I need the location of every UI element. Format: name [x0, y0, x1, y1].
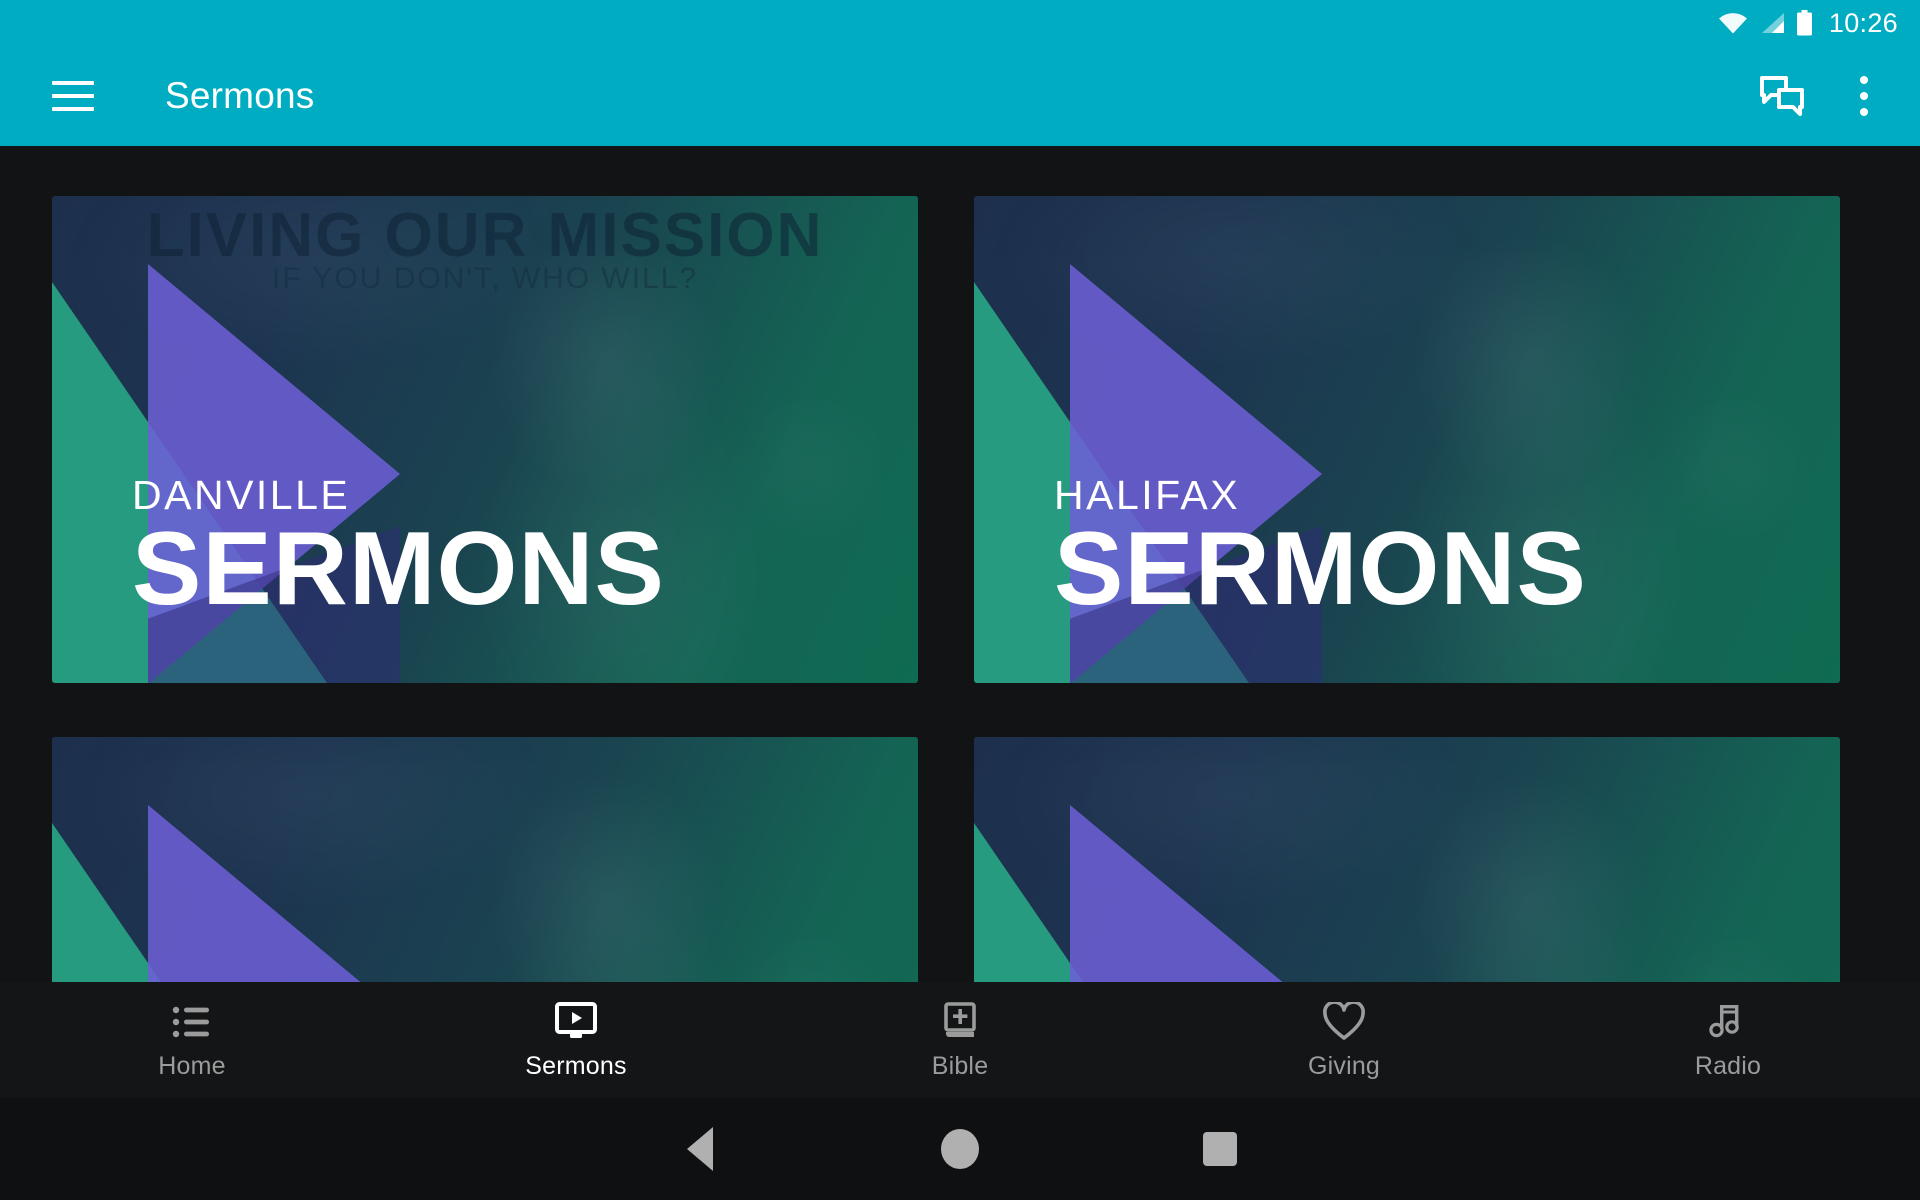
- recents-square-icon: [1203, 1132, 1237, 1166]
- sermon-card-danville[interactable]: LIVING OUR MISSION IF YOU DON'T, WHO WIL…: [52, 196, 918, 683]
- sermon-card-halifax[interactable]: HALIFAX SERMONS: [974, 196, 1840, 683]
- bible-book-icon: [941, 1000, 979, 1044]
- nav-item-giving[interactable]: Giving: [1152, 1000, 1536, 1081]
- nav-label-sermons: Sermons: [525, 1051, 627, 1080]
- page-title: Sermons: [165, 75, 315, 116]
- app-bar: Sermons: [0, 46, 1920, 146]
- heart-icon: [1322, 1000, 1366, 1044]
- nav-item-radio[interactable]: Radio: [1536, 1000, 1920, 1081]
- card-text: HALIFAX SERMONS: [1054, 473, 1830, 628]
- music-note-icon: [1708, 1000, 1748, 1044]
- system-recents-button[interactable]: [1090, 1098, 1350, 1200]
- nav-label-giving: Giving: [1307, 1051, 1381, 1080]
- nav-item-sermons[interactable]: Sermons: [384, 1000, 768, 1081]
- app-root: 10:26 Sermons LIVING OUR MISSION IF YOU …: [0, 0, 1920, 1200]
- android-system-navigation: [0, 1098, 1920, 1200]
- system-home-button[interactable]: [830, 1098, 1090, 1200]
- bottom-navigation-bar: Home Sermons Bible Giving Radio: [0, 982, 1920, 1098]
- system-back-button[interactable]: [570, 1098, 830, 1200]
- battery-icon: [1796, 10, 1813, 36]
- chat-icon[interactable]: [1746, 60, 1818, 132]
- home-circle-icon: [941, 1129, 979, 1169]
- nav-label-radio: Radio: [1694, 1051, 1762, 1080]
- wifi-icon: [1718, 12, 1748, 34]
- card-title-label: SERMONS: [132, 511, 665, 628]
- video-player-icon: [554, 1000, 598, 1044]
- nav-item-bible[interactable]: Bible: [768, 1000, 1152, 1081]
- status-bar: 10:26: [0, 0, 1920, 46]
- back-triangle-icon: [687, 1127, 713, 1171]
- cellular-signal-icon: [1758, 12, 1786, 34]
- list-icon: [172, 1000, 212, 1044]
- card-title-label: SERMONS: [1054, 511, 1587, 628]
- nav-label-bible: Bible: [931, 1051, 989, 1080]
- hamburger-menu-icon[interactable]: [38, 61, 108, 131]
- card-text: DANVILLE SERMONS: [132, 473, 908, 628]
- nav-label-home: Home: [158, 1051, 226, 1080]
- more-options-icon[interactable]: [1836, 60, 1892, 132]
- status-bar-clock: 10:26: [1828, 7, 1898, 38]
- nav-item-home[interactable]: Home: [0, 1000, 384, 1081]
